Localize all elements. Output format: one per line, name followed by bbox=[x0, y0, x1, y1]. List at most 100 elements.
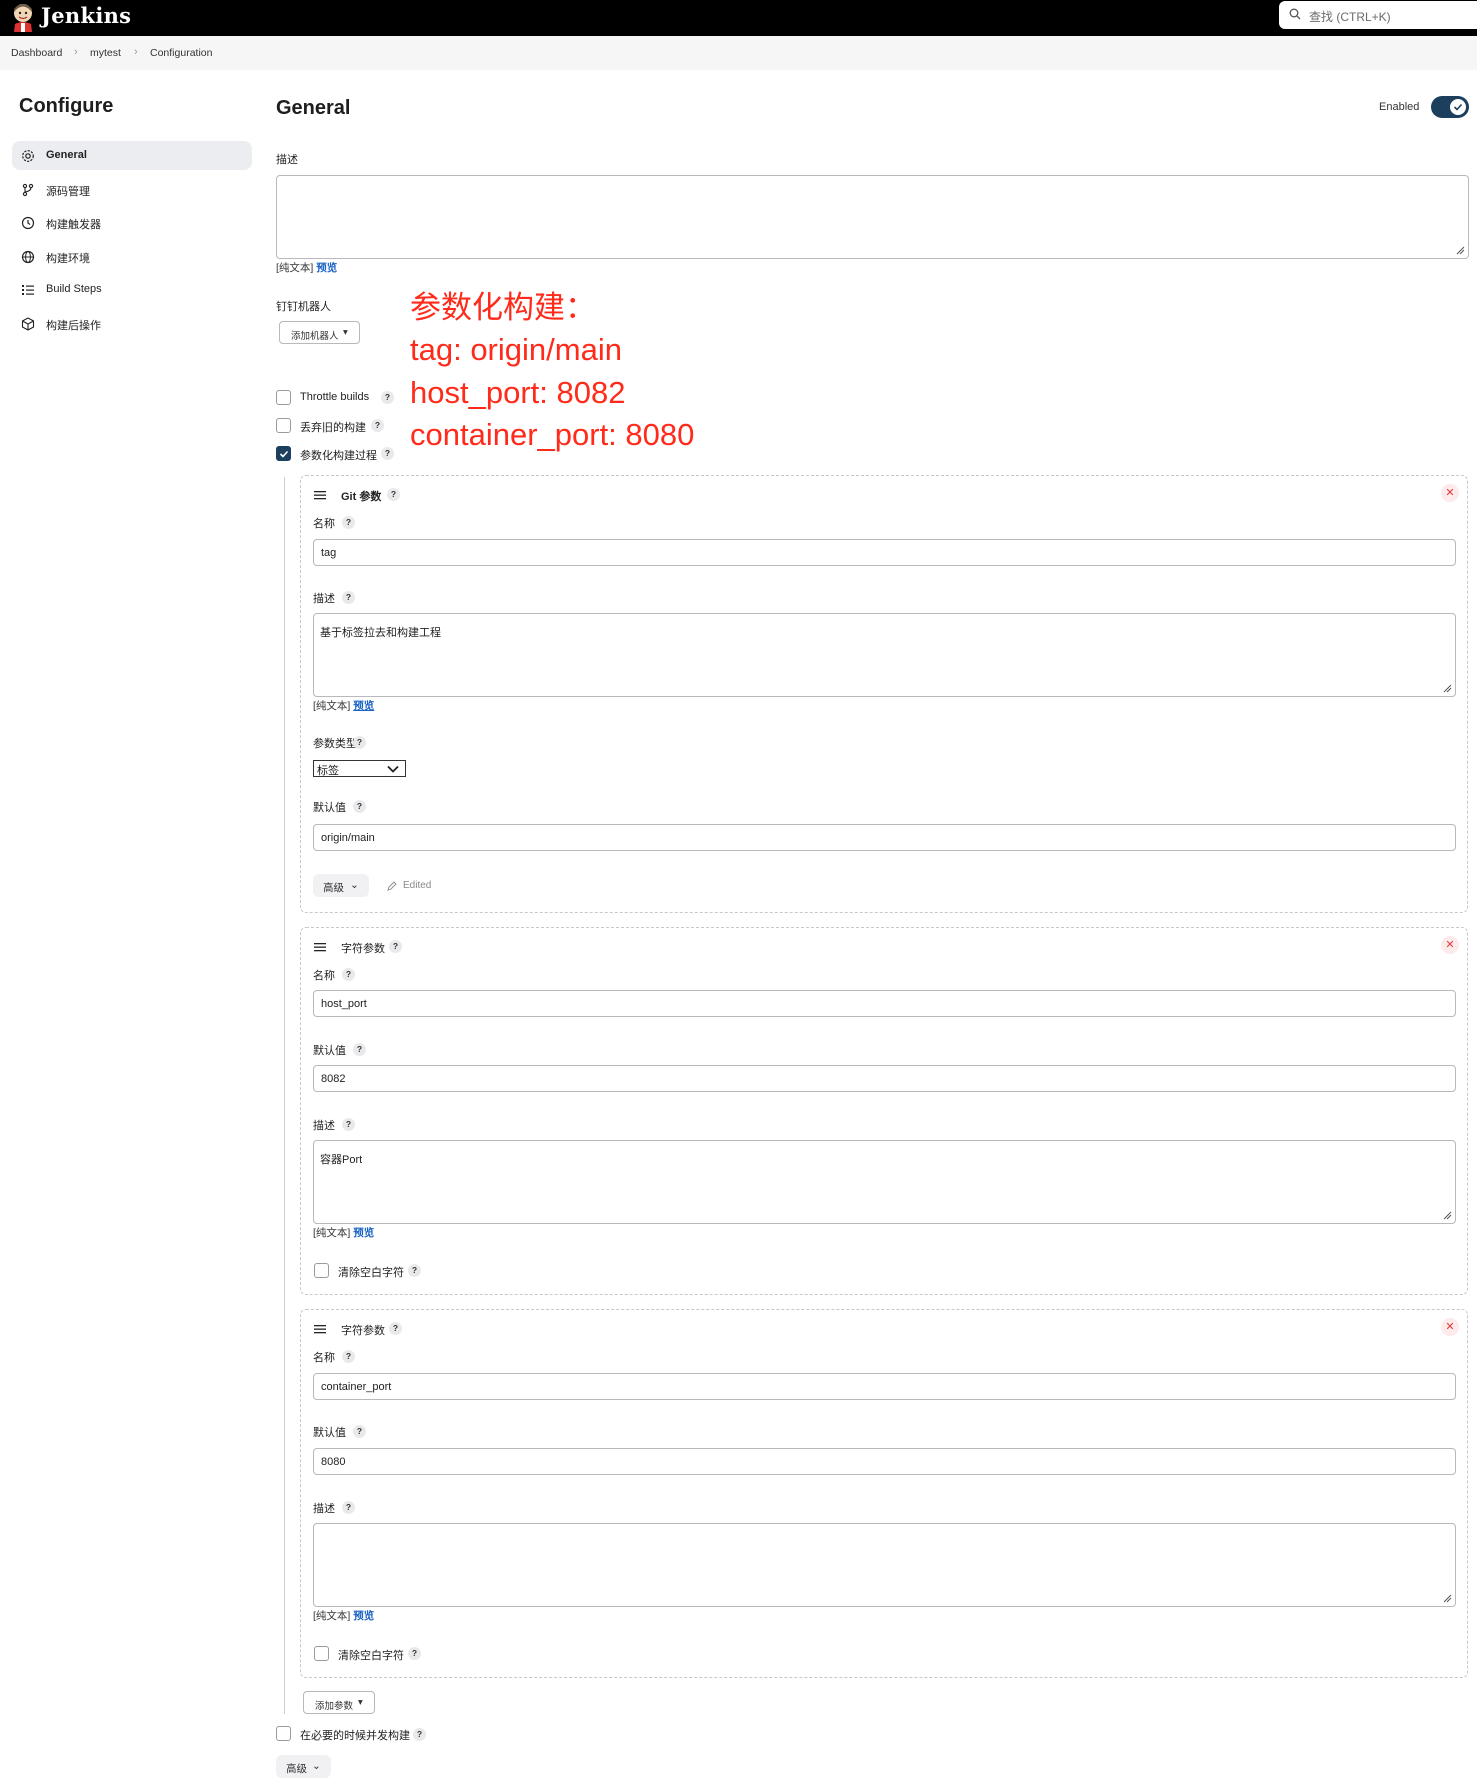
help-icon[interactable]: ? bbox=[389, 940, 402, 953]
default-value-input[interactable]: origin/main bbox=[313, 824, 1456, 851]
string-parameter-card: 字符参数 ? ✕ 名称 ? container_port 默认值 ? 8080 … bbox=[300, 1309, 1468, 1678]
help-icon[interactable]: ? bbox=[342, 1501, 355, 1514]
throttle-builds-label: Throttle builds bbox=[300, 391, 370, 403]
chevron-down-icon: ⌄ bbox=[312, 1760, 321, 1772]
help-icon[interactable]: ? bbox=[387, 488, 400, 501]
add-parameter-label: 添加参数 bbox=[315, 1701, 354, 1712]
drag-handle-icon[interactable] bbox=[314, 490, 326, 500]
sidebar-item-post-build[interactable]: 构建后操作 bbox=[12, 309, 252, 338]
description-textarea[interactable]: 基于标签拉去和构建工程 bbox=[313, 613, 1456, 697]
breadcrumb-separator: › bbox=[74, 46, 78, 58]
resize-grip-icon[interactable] bbox=[1442, 683, 1452, 693]
description-format: [纯文本] 预览 bbox=[313, 1225, 374, 1240]
help-icon[interactable]: ? bbox=[342, 1118, 355, 1131]
concurrent-build-checkbox[interactable] bbox=[276, 1726, 291, 1741]
preview-link[interactable]: 预览 bbox=[353, 1610, 374, 1622]
breadcrumb-separator: › bbox=[134, 46, 138, 58]
help-icon[interactable]: ? bbox=[342, 968, 355, 981]
plain-text-label: [纯文本] bbox=[313, 1610, 351, 1622]
resize-grip-icon[interactable] bbox=[1442, 1593, 1452, 1603]
close-icon[interactable]: ✕ bbox=[1441, 1318, 1459, 1336]
breadcrumb-mytest[interactable]: mytest bbox=[90, 47, 121, 59]
description-textarea[interactable]: 容器Port bbox=[313, 1140, 1456, 1224]
description-textarea[interactable] bbox=[313, 1523, 1456, 1607]
name-input[interactable]: host_port bbox=[313, 990, 1456, 1017]
help-icon[interactable]: ? bbox=[413, 1728, 426, 1741]
breadcrumb-dashboard[interactable]: Dashboard bbox=[11, 47, 62, 59]
plain-text-label: [纯文本] bbox=[313, 1227, 351, 1239]
default-value-input[interactable]: 8080 bbox=[313, 1448, 1456, 1475]
parameterized-checkbox[interactable] bbox=[276, 446, 291, 461]
name-input[interactable]: container_port bbox=[313, 1373, 1456, 1400]
search-box[interactable]: 查找 (CTRL+K) bbox=[1279, 1, 1477, 29]
plain-text-label: [纯文本] bbox=[313, 700, 351, 712]
discard-builds-checkbox[interactable] bbox=[276, 418, 291, 433]
breadcrumb: Dashboard › mytest › Configuration bbox=[0, 36, 1477, 70]
drag-handle-icon[interactable] bbox=[314, 942, 326, 952]
help-icon[interactable]: ? bbox=[342, 591, 355, 604]
sidebar-item-triggers[interactable]: 构建触发器 bbox=[12, 208, 252, 237]
name-input[interactable]: tag bbox=[313, 539, 1456, 566]
preview-link[interactable]: 预览 bbox=[353, 1227, 374, 1239]
description-value: 基于标签拉去和构建工程 bbox=[320, 627, 441, 639]
help-icon[interactable]: ? bbox=[381, 391, 394, 404]
sidebar-item-environment[interactable]: 构建环境 bbox=[12, 242, 252, 271]
preview-link[interactable]: 预览 bbox=[353, 700, 374, 712]
concurrent-build-label: 在必要的时候并发构建 bbox=[300, 1730, 410, 1742]
help-icon[interactable]: ? bbox=[342, 516, 355, 529]
drag-handle-icon[interactable] bbox=[314, 1324, 326, 1334]
jenkins-logo-icon[interactable] bbox=[10, 2, 36, 32]
help-icon[interactable]: ? bbox=[408, 1647, 421, 1660]
default-value-label: 默认值 bbox=[313, 1427, 346, 1439]
help-icon[interactable]: ? bbox=[353, 736, 366, 749]
description-label: 描述 bbox=[313, 593, 335, 605]
help-icon[interactable]: ? bbox=[408, 1264, 421, 1277]
resize-grip-icon[interactable] bbox=[1455, 245, 1465, 255]
help-icon[interactable]: ? bbox=[389, 1322, 402, 1335]
default-value: 8080 bbox=[321, 1456, 346, 1468]
advanced-button[interactable]: 高级 ⌄ bbox=[276, 1755, 331, 1778]
sidebar-item-scm[interactable]: 源码管理 bbox=[12, 175, 252, 204]
advanced-button[interactable]: 高级 ⌄ bbox=[313, 874, 369, 897]
param-type-select[interactable]: 标签 bbox=[313, 760, 406, 777]
help-icon[interactable]: ? bbox=[342, 1350, 355, 1363]
sidebar-item-build-steps[interactable]: Build Steps bbox=[12, 275, 252, 304]
preview-link[interactable]: 预览 bbox=[316, 262, 337, 274]
breadcrumb-configuration[interactable]: Configuration bbox=[150, 47, 212, 59]
chevron-down-icon: ⌄ bbox=[350, 879, 359, 891]
annotation-line: tag: origin/main bbox=[410, 332, 622, 367]
default-value: 8082 bbox=[321, 1073, 346, 1085]
sidebar-item-label: 构建触发器 bbox=[46, 219, 101, 231]
help-icon[interactable]: ? bbox=[371, 419, 384, 432]
help-icon[interactable]: ? bbox=[381, 447, 394, 460]
brand-title[interactable]: Jenkins bbox=[41, 3, 131, 28]
param-type-value: 标签 bbox=[317, 765, 339, 777]
sidebar-item-label: Build Steps bbox=[46, 283, 102, 295]
help-icon[interactable]: ? bbox=[353, 800, 366, 813]
sidebar-item-general[interactable]: General bbox=[12, 141, 252, 170]
caret-down-icon: ▾ bbox=[358, 1697, 363, 1708]
resize-grip-icon[interactable] bbox=[1442, 1210, 1452, 1220]
toggle-knob bbox=[1450, 99, 1466, 115]
enabled-toggle[interactable] bbox=[1431, 96, 1469, 118]
card-title: Git 参数 bbox=[341, 491, 382, 503]
help-icon[interactable]: ? bbox=[353, 1043, 366, 1056]
add-parameter-button[interactable]: 添加参数 ▾ bbox=[303, 1691, 375, 1714]
add-robot-button[interactable]: 添加机器人 ▾ bbox=[279, 321, 360, 344]
string-parameter-card: 字符参数 ? ✕ 名称 ? host_port 默认值 ? 8082 描述 ? … bbox=[300, 927, 1468, 1295]
trim-checkbox[interactable] bbox=[314, 1646, 329, 1661]
caret-down-icon: ▾ bbox=[343, 327, 348, 338]
edited-label: Edited bbox=[403, 880, 432, 891]
sidebar-item-label: 构建环境 bbox=[46, 253, 90, 265]
default-value-label: 默认值 bbox=[313, 802, 346, 814]
description-textarea[interactable] bbox=[276, 175, 1469, 259]
close-icon[interactable]: ✕ bbox=[1441, 936, 1459, 954]
default-value-input[interactable]: 8082 bbox=[313, 1065, 1456, 1092]
close-icon[interactable]: ✕ bbox=[1441, 484, 1459, 502]
globe-icon bbox=[21, 250, 35, 264]
help-icon[interactable]: ? bbox=[353, 1425, 366, 1438]
default-value: origin/main bbox=[321, 832, 375, 844]
trim-checkbox[interactable] bbox=[314, 1263, 329, 1278]
throttle-builds-checkbox[interactable] bbox=[276, 390, 291, 405]
plain-text-label: [纯文本] bbox=[276, 262, 314, 274]
